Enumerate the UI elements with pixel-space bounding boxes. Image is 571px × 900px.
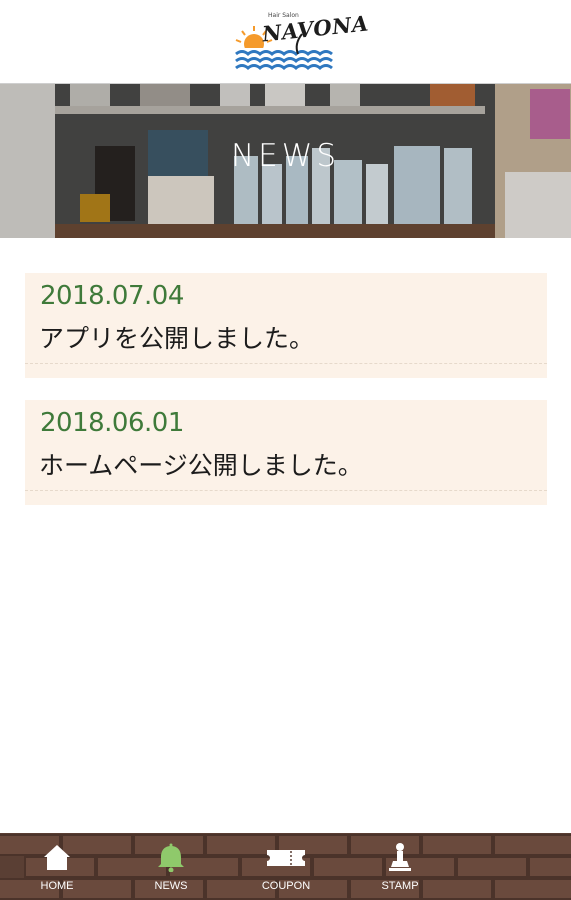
page-title: NEWS bbox=[230, 138, 341, 174]
tab-label: HOME bbox=[40, 880, 74, 892]
news-date: 2018.06.01 bbox=[40, 408, 184, 438]
tab-news[interactable]: NEWS bbox=[114, 833, 228, 900]
tab-label: COUPON bbox=[261, 880, 311, 892]
tab-stamp[interactable]: STAMP bbox=[343, 833, 457, 900]
news-list-item[interactable]: 2018.07.04 アプリを公開しました。 bbox=[25, 273, 547, 378]
news-list-item[interactable]: 2018.06.01 ホームページ公開しました。 bbox=[25, 400, 547, 505]
news-date: 2018.07.04 bbox=[40, 281, 184, 311]
navona-logo[interactable]: Hair Salon NAVONA bbox=[232, 10, 370, 72]
tab-label: STAMP bbox=[381, 880, 419, 892]
news-headline: ホームページ公開しました。 bbox=[39, 451, 363, 480]
dotted-divider bbox=[25, 490, 547, 491]
dotted-divider bbox=[25, 363, 547, 364]
news-headline: アプリを公開しました。 bbox=[39, 324, 315, 353]
bottom-tab-bar: HOME NEWS COUPON STAMP bbox=[0, 833, 571, 900]
tab-home[interactable]: HOME bbox=[0, 833, 114, 900]
home-icon bbox=[44, 845, 70, 870]
bell-icon bbox=[158, 843, 184, 872]
ticket-icon bbox=[267, 850, 305, 866]
app-header: Hair Salon NAVONA bbox=[0, 0, 571, 84]
stamp-icon bbox=[389, 843, 411, 871]
tab-label: NEWS bbox=[154, 880, 188, 892]
tab-coupon[interactable]: COUPON bbox=[229, 833, 343, 900]
